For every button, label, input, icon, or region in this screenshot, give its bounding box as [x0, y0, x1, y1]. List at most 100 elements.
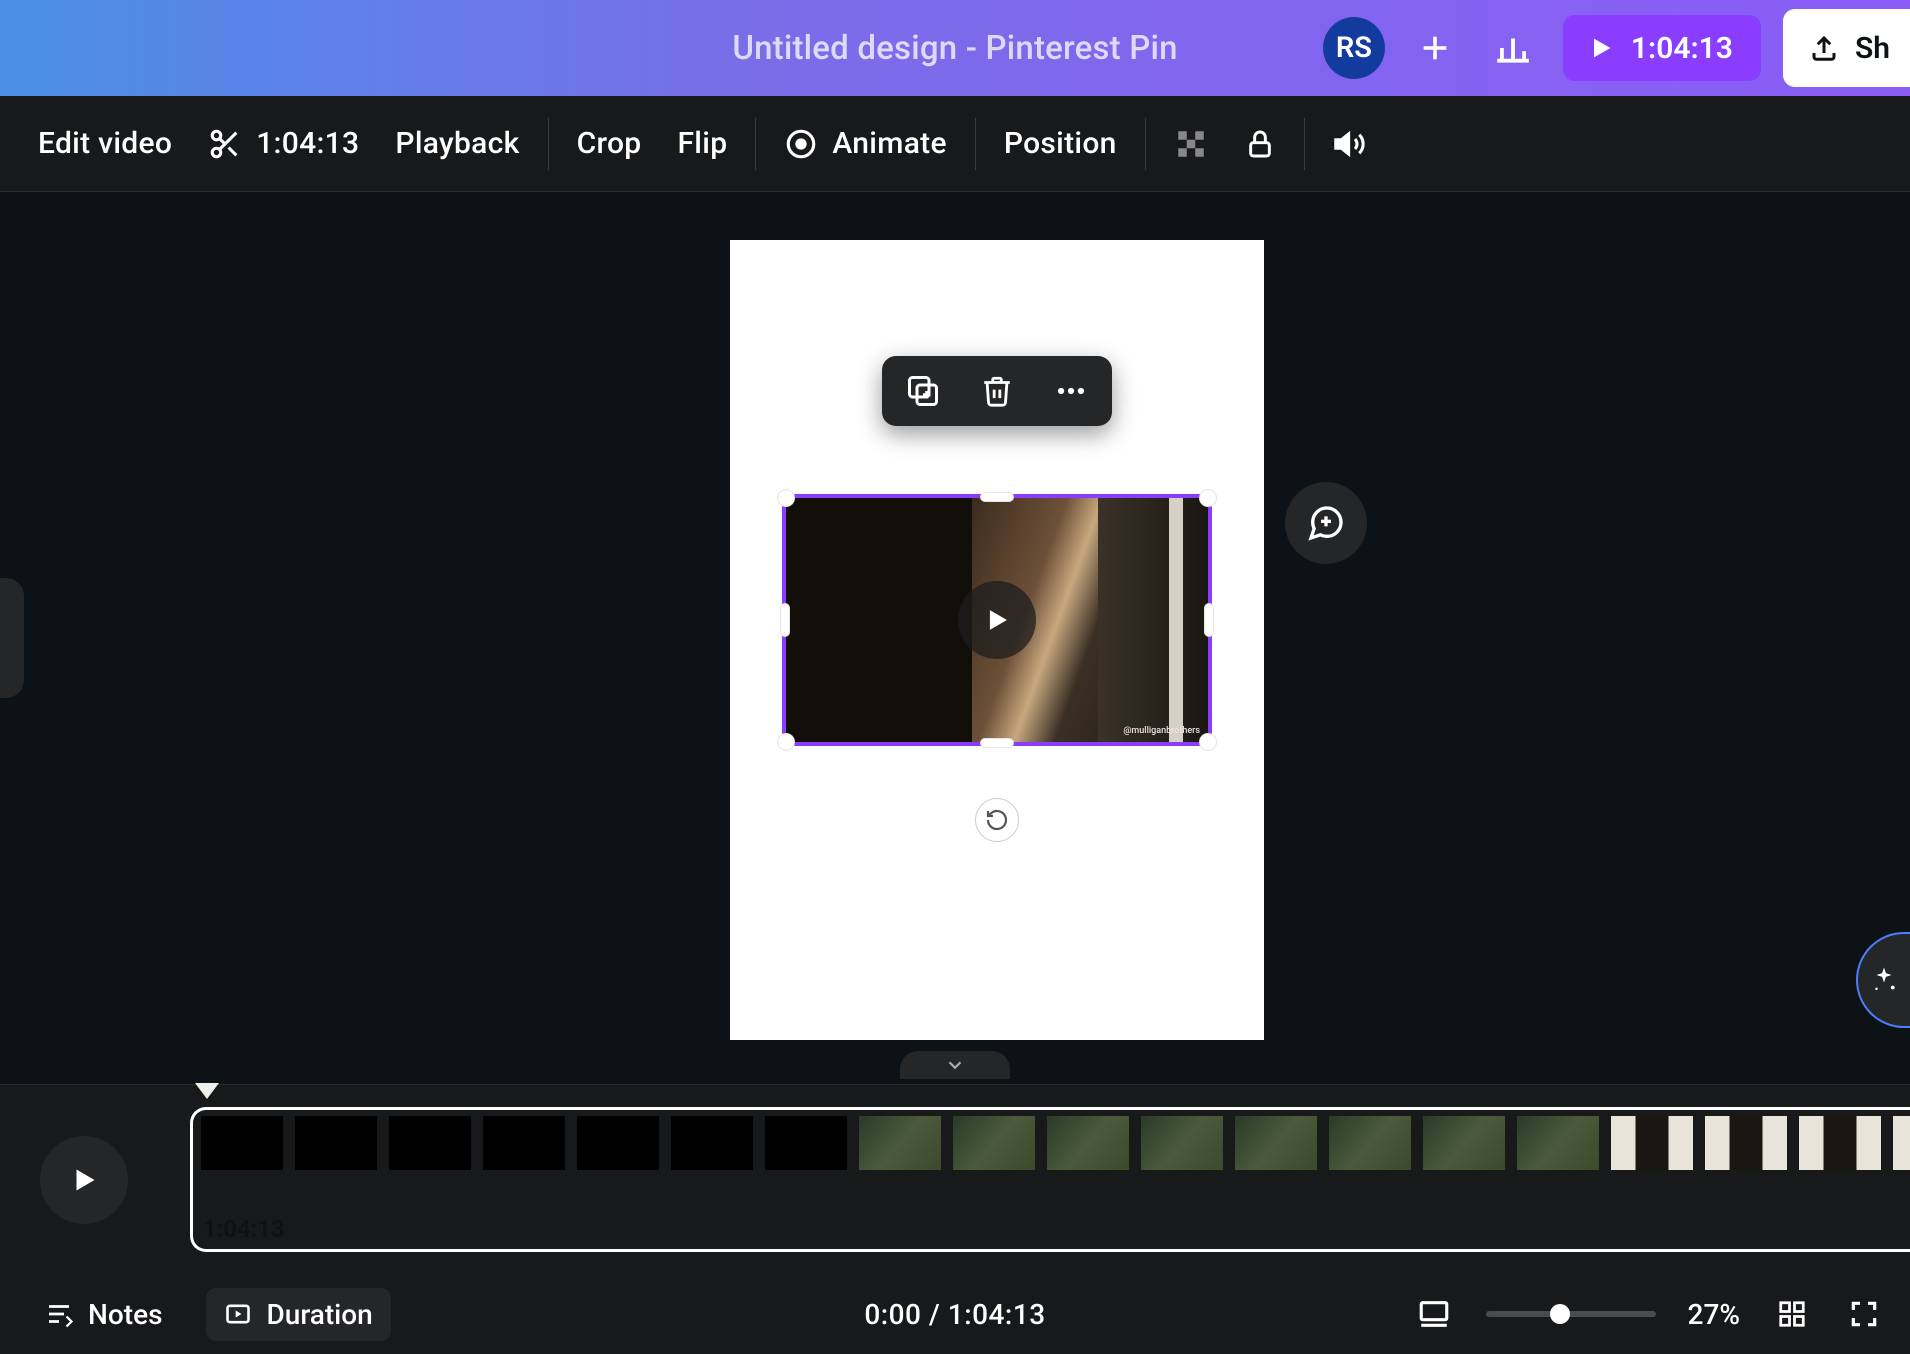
transparency-button[interactable]	[1156, 114, 1226, 174]
context-toolbar: Edit video 1:04:13 Playback Crop Flip An…	[0, 96, 1910, 192]
volume-icon	[1333, 127, 1367, 161]
timeline-thumb	[1329, 1116, 1411, 1170]
canvas-area: @mulliganbrothers	[0, 192, 1910, 1084]
footer-bar: Notes Duration 0:00 / 1:04:13 27%	[0, 1274, 1910, 1354]
video-frame[interactable]: @mulliganbrothers	[786, 498, 1208, 742]
present-button[interactable]: 1:04:13	[1563, 15, 1761, 81]
bar-chart-icon	[1494, 29, 1532, 67]
toolbar-separator	[1304, 118, 1305, 170]
timeline-thumb	[1235, 1116, 1317, 1170]
app-header: Untitled design - Pinterest Pin RS 1:04:…	[0, 0, 1910, 96]
add-member-button[interactable]	[1407, 20, 1463, 76]
timeline-thumb	[1047, 1116, 1129, 1170]
resize-handle-n[interactable]	[980, 492, 1014, 502]
resize-handle-nw[interactable]	[777, 489, 795, 507]
plus-icon	[1418, 31, 1452, 65]
play-icon	[980, 603, 1014, 637]
artboard[interactable]: @mulliganbrothers	[730, 240, 1264, 1040]
resize-handle-e[interactable]	[1204, 603, 1214, 637]
trim-button[interactable]: 1:04:13	[190, 114, 377, 174]
resize-handle-ne[interactable]	[1199, 489, 1217, 507]
duration-icon	[224, 1300, 252, 1328]
side-panel-toggle[interactable]	[0, 578, 24, 698]
animate-icon	[784, 127, 818, 161]
flip-button[interactable]: Flip	[659, 114, 745, 174]
timeline-clip[interactable]: 1:04:13	[190, 1107, 1910, 1252]
duplicate-button[interactable]	[902, 370, 944, 412]
animate-button[interactable]: Animate	[766, 114, 964, 174]
playback-button[interactable]: Playback	[377, 114, 537, 174]
timeline-thumbnails	[201, 1116, 1910, 1209]
sparkle-icon	[1869, 965, 1899, 995]
position-button[interactable]: Position	[986, 114, 1135, 174]
fullscreen-button[interactable]	[1844, 1294, 1884, 1334]
selected-element[interactable]: @mulliganbrothers	[782, 494, 1212, 746]
resize-handle-s[interactable]	[980, 738, 1014, 748]
view-mode-button[interactable]	[1414, 1294, 1454, 1334]
crop-button[interactable]: Crop	[559, 114, 660, 174]
resize-handle-sw[interactable]	[777, 733, 795, 751]
share-button[interactable]: Sh	[1783, 9, 1910, 87]
timeline-panel: 1:04:13	[0, 1084, 1910, 1274]
timeline-thumb	[765, 1116, 847, 1170]
comment-icon	[1306, 503, 1346, 543]
toolbar-separator	[755, 118, 756, 170]
element-floating-toolbar	[882, 356, 1112, 426]
upload-icon	[1809, 33, 1839, 63]
timeline-thumb	[389, 1116, 471, 1170]
duration-button[interactable]: Duration	[206, 1288, 390, 1341]
lock-icon	[1244, 128, 1276, 160]
zoom-slider[interactable]	[1486, 1311, 1656, 1317]
add-comment-button[interactable]	[1285, 482, 1367, 564]
toolbar-separator	[1145, 118, 1146, 170]
timeline-thumb	[1141, 1116, 1223, 1170]
toolbar-separator	[548, 118, 549, 170]
timeline-thumb	[295, 1116, 377, 1170]
resize-handle-w[interactable]	[780, 603, 790, 637]
chevron-down-icon	[944, 1054, 966, 1076]
grid-view-button[interactable]	[1772, 1294, 1812, 1334]
delete-button[interactable]	[976, 370, 1018, 412]
notes-icon	[44, 1299, 74, 1329]
grid-icon	[1777, 1299, 1807, 1329]
zoom-percentage[interactable]: 27%	[1688, 1298, 1740, 1331]
timeline-play-button[interactable]	[40, 1136, 128, 1224]
more-button[interactable]	[1050, 370, 1092, 412]
transparency-icon	[1174, 127, 1208, 161]
timeline-thumb	[1799, 1116, 1881, 1170]
timeline-thumb	[483, 1116, 565, 1170]
timeline-thumb	[859, 1116, 941, 1170]
timeline-thumb	[1893, 1116, 1910, 1170]
share-label: Sh	[1855, 31, 1890, 66]
fullscreen-icon	[1848, 1298, 1880, 1330]
volume-button[interactable]	[1315, 114, 1385, 174]
timeline-thumb	[1611, 1116, 1693, 1170]
playhead-marker[interactable]	[195, 1083, 219, 1099]
timeline-collapse-toggle[interactable]	[900, 1051, 1010, 1079]
magic-button[interactable]	[1856, 932, 1910, 1028]
insights-button[interactable]	[1485, 20, 1541, 76]
view-icon	[1417, 1297, 1451, 1331]
play-icon	[1587, 34, 1615, 62]
timeline-thumb	[671, 1116, 753, 1170]
clip-duration-label: 1:04:13	[201, 1209, 1910, 1243]
trim-time: 1:04:13	[256, 126, 359, 161]
user-avatar[interactable]: RS	[1323, 17, 1385, 79]
rotate-handle[interactable]	[975, 798, 1019, 842]
timeline-thumb	[1517, 1116, 1599, 1170]
video-play-button[interactable]	[958, 581, 1036, 659]
trash-icon	[980, 374, 1014, 408]
timeline-thumb	[953, 1116, 1035, 1170]
document-title[interactable]: Untitled design - Pinterest Pin	[732, 29, 1177, 68]
play-icon	[66, 1162, 102, 1198]
present-duration: 1:04:13	[1631, 31, 1733, 66]
more-icon	[1054, 374, 1088, 408]
edit-video-button[interactable]: Edit video	[20, 114, 190, 174]
lock-button[interactable]	[1226, 114, 1294, 174]
timeline-thumb	[1705, 1116, 1787, 1170]
notes-button[interactable]: Notes	[26, 1288, 180, 1341]
duplicate-icon	[905, 373, 941, 409]
resize-handle-se[interactable]	[1199, 733, 1217, 751]
header-actions: RS 1:04:13 Sh	[1323, 0, 1910, 96]
playback-time: 0:00 / 1:04:13	[864, 1298, 1045, 1331]
